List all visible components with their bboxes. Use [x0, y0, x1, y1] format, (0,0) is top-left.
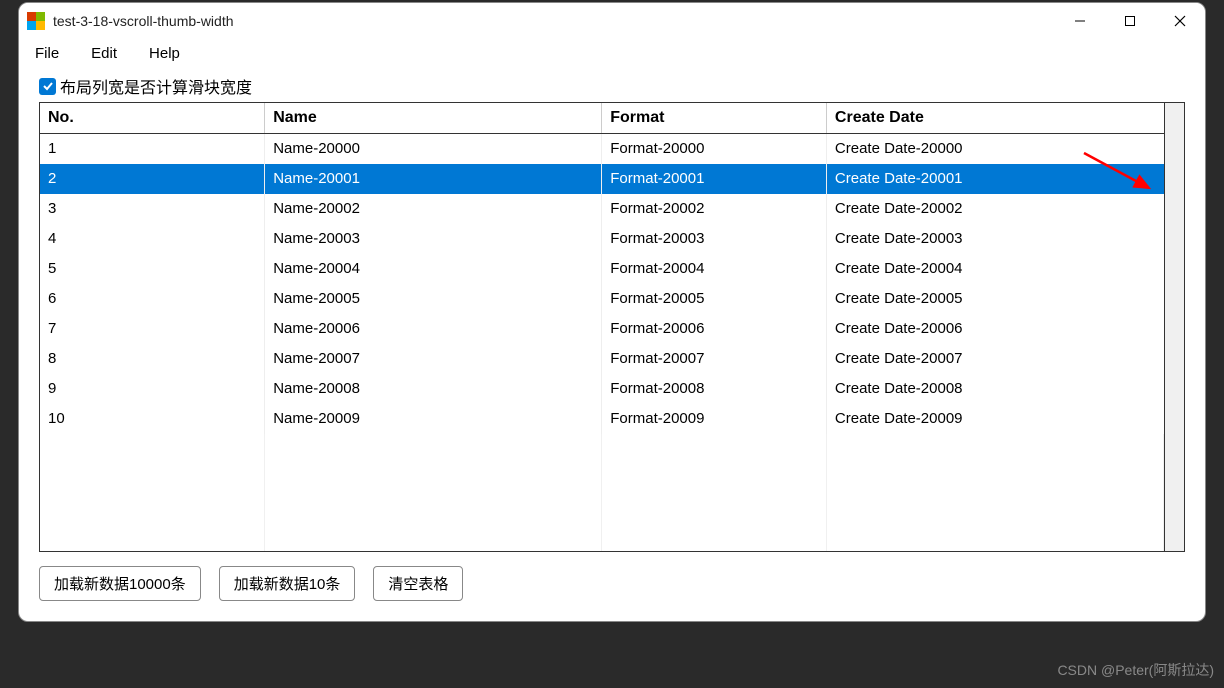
cell-no: 9	[40, 374, 265, 404]
cell-name: Name-20001	[265, 164, 602, 194]
menu-help[interactable]: Help	[143, 43, 186, 64]
table-main: No. Name Format Create Date 1Name-20000F…	[40, 103, 1164, 551]
cell-create: Create Date-20000	[826, 134, 1163, 164]
watermark: CSDN @Peter(阿斯拉达)	[1057, 660, 1214, 680]
cell-name: Name-20004	[265, 254, 602, 284]
table-row-empty	[40, 434, 1164, 464]
app-icon	[27, 12, 45, 30]
cell-no: 6	[40, 284, 265, 314]
table-row[interactable]: 2Name-20001Format-20001Create Date-20001	[40, 164, 1164, 194]
cell-name: Name-20008	[265, 374, 602, 404]
col-create[interactable]: Create Date	[826, 103, 1163, 134]
menu-edit[interactable]: Edit	[85, 43, 123, 64]
cell-create: Create Date-20005	[826, 284, 1163, 314]
cell-format: Format-20004	[602, 254, 827, 284]
maximize-button[interactable]	[1105, 3, 1155, 39]
table-row-empty	[40, 494, 1164, 524]
cell-no: 4	[40, 224, 265, 254]
window-controls	[1055, 3, 1205, 39]
layout-width-checkbox[interactable]	[39, 78, 56, 95]
cell-no: 10	[40, 404, 265, 434]
cell-name: Name-20003	[265, 224, 602, 254]
table-row[interactable]: 3Name-20002Format-20002Create Date-20002	[40, 194, 1164, 224]
cell-format: Format-20003	[602, 224, 827, 254]
cell-create: Create Date-20001	[826, 164, 1163, 194]
table-header-row: No. Name Format Create Date	[40, 103, 1164, 134]
table-row[interactable]: 9Name-20008Format-20008Create Date-20008	[40, 374, 1164, 404]
cell-no: 7	[40, 314, 265, 344]
cell-name: Name-20009	[265, 404, 602, 434]
maximize-icon	[1124, 15, 1136, 27]
cell-format: Format-20009	[602, 404, 827, 434]
cell-name: Name-20006	[265, 314, 602, 344]
titlebar: test-3-18-vscroll-thumb-width	[19, 3, 1205, 39]
cell-format: Format-20000	[602, 134, 827, 164]
cell-no: 5	[40, 254, 265, 284]
table-row[interactable]: 7Name-20006Format-20006Create Date-20006	[40, 314, 1164, 344]
app-window: test-3-18-vscroll-thumb-width File Edit …	[18, 2, 1206, 622]
button-row: 加载新数据10000条 加载新数据10条 清空表格	[39, 566, 1185, 601]
cell-no: 3	[40, 194, 265, 224]
check-icon	[42, 80, 54, 92]
table-row-empty	[40, 524, 1164, 552]
checkbox-label: 布局列宽是否计算滑块宽度	[60, 74, 252, 98]
load-10000-button[interactable]: 加载新数据10000条	[39, 566, 201, 601]
cell-no: 2	[40, 164, 265, 194]
table-row[interactable]: 1Name-20000Format-20000Create Date-20000	[40, 134, 1164, 164]
cell-create: Create Date-20006	[826, 314, 1163, 344]
table-wrapper: No. Name Format Create Date 1Name-20000F…	[39, 102, 1185, 552]
cell-format: Format-20008	[602, 374, 827, 404]
table-row[interactable]: 6Name-20005Format-20005Create Date-20005	[40, 284, 1164, 314]
close-icon	[1174, 15, 1186, 27]
load-10-button[interactable]: 加载新数据10条	[219, 566, 356, 601]
cell-format: Format-20006	[602, 314, 827, 344]
data-table: No. Name Format Create Date 1Name-20000F…	[40, 103, 1164, 551]
cell-name: Name-20005	[265, 284, 602, 314]
cell-format: Format-20001	[602, 164, 827, 194]
minimize-icon	[1074, 15, 1086, 27]
col-format[interactable]: Format	[602, 103, 827, 134]
clear-button[interactable]: 清空表格	[373, 566, 463, 601]
close-button[interactable]	[1155, 3, 1205, 39]
table-row[interactable]: 10Name-20009Format-20009Create Date-2000…	[40, 404, 1164, 434]
content-area: 布局列宽是否计算滑块宽度 No. Name Format	[19, 68, 1205, 621]
menu-file[interactable]: File	[29, 43, 65, 64]
cell-format: Format-20005	[602, 284, 827, 314]
cell-create: Create Date-20007	[826, 344, 1163, 374]
table-row[interactable]: 5Name-20004Format-20004Create Date-20004	[40, 254, 1164, 284]
menubar: File Edit Help	[19, 39, 1205, 68]
cell-name: Name-20000	[265, 134, 602, 164]
window-title: test-3-18-vscroll-thumb-width	[53, 13, 1055, 29]
cell-name: Name-20002	[265, 194, 602, 224]
minimize-button[interactable]	[1055, 3, 1105, 39]
cell-name: Name-20007	[265, 344, 602, 374]
table-row-empty	[40, 464, 1164, 494]
cell-create: Create Date-20009	[826, 404, 1163, 434]
vertical-scrollbar[interactable]	[1164, 103, 1184, 551]
col-name[interactable]: Name	[265, 103, 602, 134]
cell-create: Create Date-20004	[826, 254, 1163, 284]
cell-create: Create Date-20002	[826, 194, 1163, 224]
checkbox-row: 布局列宽是否计算滑块宽度	[39, 74, 1185, 98]
cell-create: Create Date-20008	[826, 374, 1163, 404]
cell-no: 1	[40, 134, 265, 164]
cell-format: Format-20002	[602, 194, 827, 224]
table-row[interactable]: 8Name-20007Format-20007Create Date-20007	[40, 344, 1164, 374]
cell-no: 8	[40, 344, 265, 374]
cell-create: Create Date-20003	[826, 224, 1163, 254]
table-row[interactable]: 4Name-20003Format-20003Create Date-20003	[40, 224, 1164, 254]
cell-format: Format-20007	[602, 344, 827, 374]
col-no[interactable]: No.	[40, 103, 265, 134]
